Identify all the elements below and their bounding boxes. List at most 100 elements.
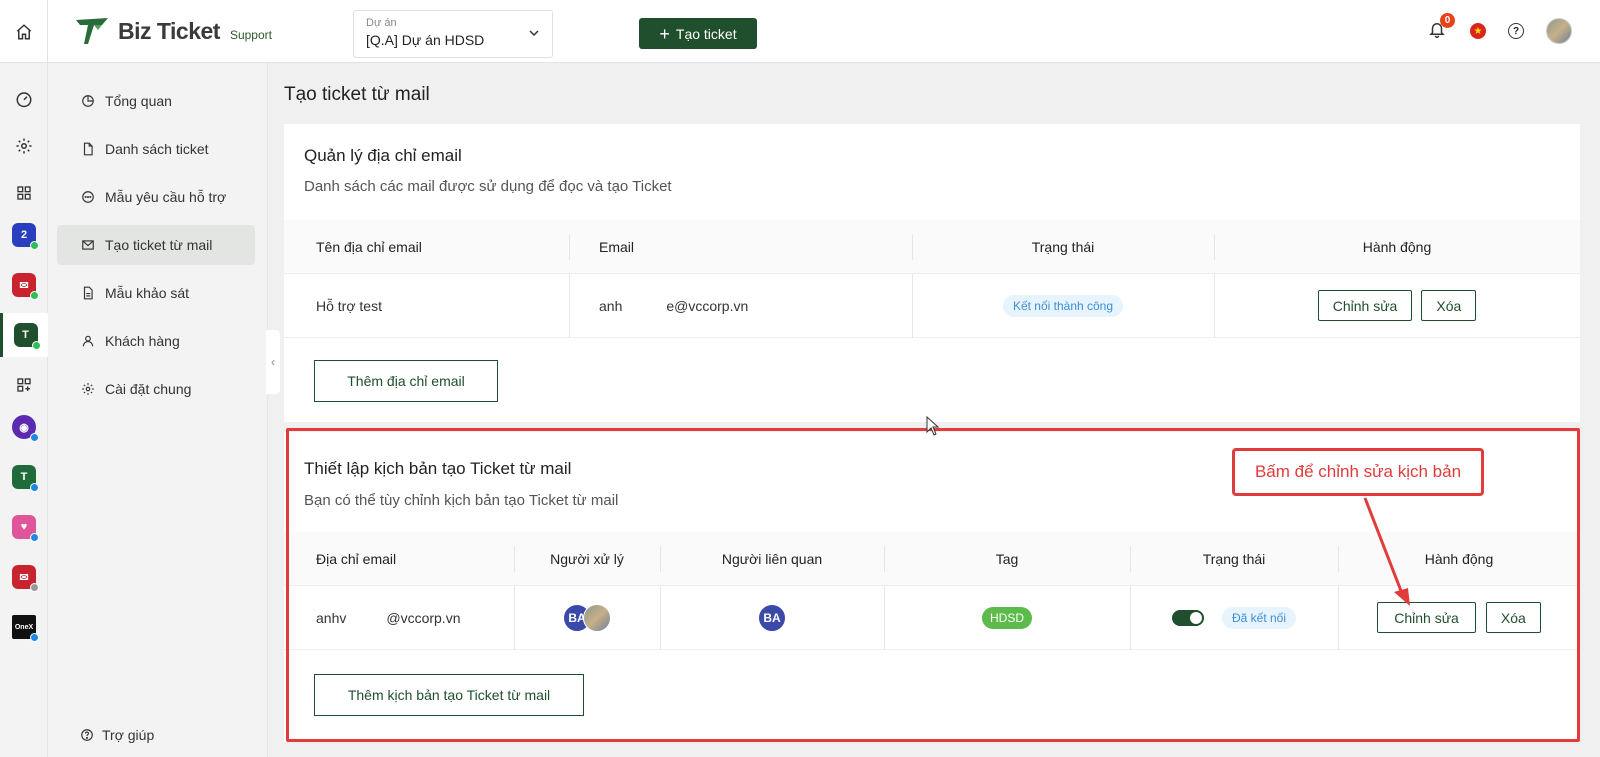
edit-script-button[interactable]: Chỉnh sửa <box>1377 602 1476 633</box>
user-avatar[interactable] <box>1546 18 1572 44</box>
sidebar-item-overview[interactable]: Tổng quan <box>57 81 255 121</box>
sidebar-item-label: Khách hàng <box>105 333 180 349</box>
column-header: Người liên quan <box>721 550 823 567</box>
home-icon <box>16 23 31 39</box>
settings-rail-item[interactable] <box>0 124 48 168</box>
help-label: Trợ giúp <box>102 727 155 743</box>
app-rail-item-bizticket[interactable]: T <box>0 313 48 357</box>
sidebar-item-customers[interactable]: Khách hàng <box>57 321 255 361</box>
app-mail-icon: ✉ <box>12 273 39 300</box>
grid-rail-item[interactable] <box>0 171 48 215</box>
project-select[interactable]: Dự án [Q.A] Dự án HDSD <box>353 10 553 58</box>
app-rail-item-6[interactable]: ✉ <box>0 555 48 599</box>
email-section-title: Quản lý địa chỉ email <box>304 146 462 165</box>
app-2-icon: 2 <box>12 223 39 250</box>
email-address-cell: anh e@vccorp.vn <box>599 274 899 337</box>
home-button[interactable] <box>0 0 48 63</box>
table-row: Hỗ trợ test anh e@vccorp.vn Kết nối thàn… <box>284 274 1580 338</box>
app-mail-2-icon: ✉ <box>12 565 39 592</box>
logo-subtext: Support <box>229 28 272 42</box>
column-header: Hành động <box>1362 238 1432 255</box>
column-header: Địa chỉ email <box>316 550 397 567</box>
sidebar-item-general-settings[interactable]: Cài đặt chung <box>57 369 255 409</box>
email-table-header: Tên địa chỉ email Email Trạng thái Hành … <box>284 220 1580 274</box>
app-rail-item-3[interactable]: ◉ <box>0 405 48 449</box>
email-suffix: e@vccorp.vn <box>666 297 749 314</box>
script-section-description: Bạn có thể tùy chỉnh kịch bản tạo Ticket… <box>304 492 619 509</box>
help-link[interactable]: Trợ giúp <box>80 727 154 743</box>
app-bot-icon: ◉ <box>12 415 39 442</box>
settings-icon <box>16 138 32 154</box>
sidebar-item-label: Mẫu yêu cầu hỗ trợ <box>105 189 227 205</box>
grid-icon <box>17 186 31 200</box>
gear-icon <box>82 383 94 395</box>
onex-label: OneX <box>14 623 34 631</box>
app-rail-item-2[interactable]: ✉ <box>0 263 48 307</box>
add-dot <box>30 533 39 542</box>
sidebar-item-ticket-from-mail[interactable]: Tạo ticket từ mail <box>57 225 255 265</box>
sidebar-item-request-templates[interactable]: Mẫu yêu cầu hỗ trợ <box>57 177 255 217</box>
help-icon[interactable]: ? <box>1508 23 1524 39</box>
app-rail-item-5[interactable]: ♥ <box>0 505 48 549</box>
app-rail-item-4[interactable]: T <box>0 455 48 499</box>
collapse-sidebar-button[interactable]: ‹ <box>266 330 280 394</box>
app-rail-item-1[interactable]: 2 <box>0 213 48 257</box>
survey-icon <box>83 286 93 300</box>
logo-text: Biz Ticket <box>118 17 220 44</box>
add-app-rail-item[interactable] <box>0 363 48 407</box>
top-bar: Biz Ticket Support Dự án [Q.A] Dự án HDS… <box>0 0 1600 63</box>
email-name-cell: Hỗ trợ test <box>316 297 382 314</box>
edit-email-button[interactable]: Chỉnh sửa <box>1317 290 1413 321</box>
column-header: Tên địa chỉ email <box>316 238 422 255</box>
status-cell: Đã kết nối <box>1130 586 1338 649</box>
online-dot <box>30 241 39 250</box>
actions-cell: Chỉnh sửa Xóa <box>1214 274 1580 337</box>
column-header: Trạng thái <box>1031 238 1095 255</box>
question-circle-icon <box>81 729 93 741</box>
related-avatar: BA <box>758 603 786 632</box>
column-header: Người xử lý <box>550 550 624 567</box>
column-header: Email <box>599 238 635 255</box>
project-select-value: [Q.A] Dự án HDSD <box>366 32 485 48</box>
script-table-header: Địa chỉ email Người xử lý Người liên qua… <box>284 532 1580 586</box>
app-rail: 2 ✉ T ◉ T ♥ ✉ OneX <box>0 63 48 757</box>
column-divider <box>569 274 570 338</box>
column-header: Trạng thái <box>1202 550 1266 567</box>
online-dot <box>31 341 41 350</box>
delete-email-button[interactable]: Xóa <box>1421 290 1477 321</box>
biz-ticket-logo[interactable]: Biz Ticket Support <box>74 16 272 46</box>
delete-script-button[interactable]: Xóa <box>1485 602 1541 633</box>
sidebar-item-ticket-list[interactable]: Danh sách ticket <box>57 129 255 169</box>
handler-cell: BA <box>514 586 660 649</box>
create-ticket-button[interactable]: + Tạo ticket <box>639 18 757 49</box>
notification-button[interactable]: 0 <box>1428 13 1455 43</box>
column-header: Hành động <box>1424 550 1494 567</box>
sidebar-item-label: Danh sách ticket <box>105 141 209 157</box>
add-script-button[interactable]: Thêm kịch bản tạo Ticket từ mail <box>314 674 584 716</box>
actions-cell: Chỉnh sửa Xóa <box>1338 586 1580 649</box>
vietnam-flag-icon[interactable]: ★ <box>1470 23 1486 39</box>
handler-avatar-photo <box>583 603 611 632</box>
app-ticket-2-icon: T <box>12 465 39 492</box>
side-menu: Tổng quan Danh sách ticket Mẫu yêu cầu h… <box>48 63 268 757</box>
plus-icon: + <box>659 23 670 44</box>
bizticket-logo-icon <box>76 18 108 44</box>
add-dot <box>30 483 39 492</box>
sidebar-item-survey-templates[interactable]: Mẫu khảo sát <box>57 273 255 313</box>
status-toggle[interactable] <box>1171 609 1204 626</box>
column-divider <box>569 234 570 260</box>
app-rail-item-7[interactable]: OneX <box>0 605 48 649</box>
pie-chart-icon <box>82 95 94 107</box>
add-email-button[interactable]: Thêm địa chỉ email <box>314 360 498 402</box>
status-badge: Đã kết nối <box>1221 606 1297 629</box>
chat-icon <box>82 191 94 203</box>
add-app-icon <box>17 378 31 392</box>
dashboard-icon <box>16 92 32 108</box>
app-heart-icon: ♥ <box>12 515 39 542</box>
table-row: anhv @vccorp.vn BA BA HDSD Đã kết nối Ch… <box>284 586 1580 650</box>
topbar-actions: 0 ★ ? <box>1428 13 1572 44</box>
dashboard-rail-item[interactable] <box>0 77 48 121</box>
chevron-left-icon: ‹ <box>271 355 275 369</box>
annotation-callout: Bấm để chỉnh sửa kịch bản <box>1232 448 1484 496</box>
document-icon <box>83 142 93 156</box>
